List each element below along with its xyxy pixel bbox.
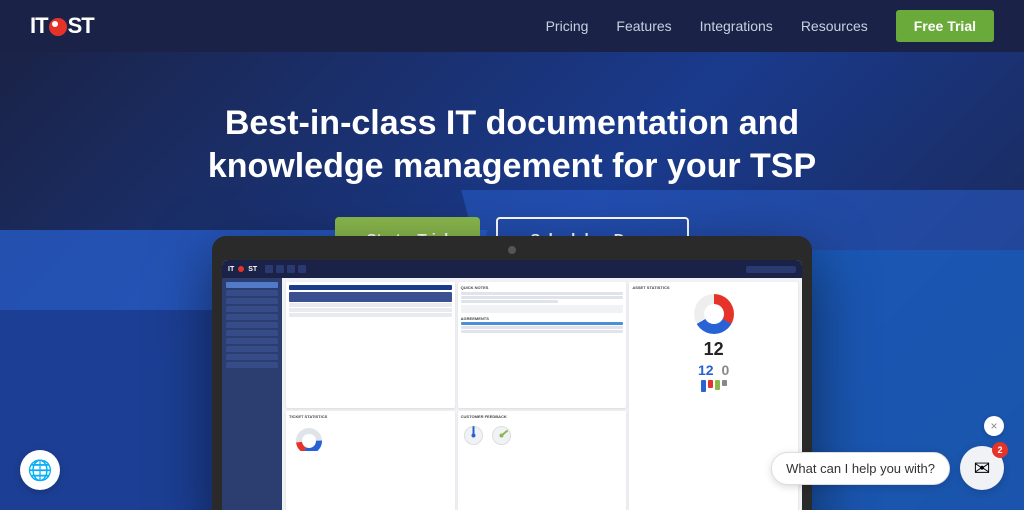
sidebar-item-11 — [226, 362, 278, 368]
sidebar-item-3 — [226, 298, 278, 304]
mini-topbar: IT ST — [222, 260, 802, 278]
mini-card-quick-notes: QUICK NOTES AGREEMENTS — [458, 282, 627, 408]
sidebar-item-7 — [226, 330, 278, 336]
navbar: ITST Pricing Features Integrations Resou… — [0, 0, 1024, 52]
mini-stat-number: 12 — [704, 340, 724, 358]
laptop-mockup: IT ST — [212, 236, 812, 510]
mini-stat-blue: 12 — [698, 362, 714, 378]
sidebar-item-5 — [226, 314, 278, 320]
mini-card-ticket-stats: TICKET STATISTICS — [286, 411, 455, 510]
mini-feedback-title: CUSTOMER FEEDBACK — [461, 414, 624, 419]
mini-main-content: QUICK NOTES AGREEMENTS — [282, 278, 802, 510]
mini-card-line-3 — [289, 313, 452, 317]
mini-icon-1 — [265, 265, 273, 273]
mini-ticket-stats-title: TICKET STATISTICS — [289, 414, 452, 419]
hero-section: Best-in-class IT documentation and knowl… — [0, 52, 1024, 510]
chat-notification-badge: 2 — [992, 442, 1008, 458]
mini-ticket-chart — [289, 421, 329, 451]
sidebar-item-6 — [226, 322, 278, 328]
mini-ticket-donut-wrap — [289, 421, 329, 451]
mini-bar-1 — [701, 380, 706, 392]
laptop-screen: IT ST — [222, 260, 802, 510]
globe-icon[interactable]: 🌐 — [20, 450, 60, 490]
sidebar-item-4 — [226, 306, 278, 312]
mini-note-block — [461, 305, 624, 313]
sidebar-item-1 — [226, 282, 278, 288]
mini-quick-notes-title: QUICK NOTES — [461, 285, 624, 290]
nav-features[interactable]: Features — [616, 18, 671, 34]
mini-feedback-gauges — [461, 423, 624, 448]
mini-icon-4 — [298, 265, 306, 273]
sidebar-item-2 — [226, 290, 278, 296]
mini-stat-bars — [701, 380, 727, 392]
chat-envelope-icon: ✉ — [974, 456, 991, 481]
mini-note-line-1 — [461, 292, 624, 295]
chat-message: What can I help you with? — [771, 452, 950, 485]
mini-card-customer-feedback: CUSTOMER FEEDBACK — [458, 411, 627, 510]
mini-agree-line-2 — [461, 326, 624, 329]
mini-bar-3 — [715, 380, 720, 390]
mini-card-header-blue — [289, 292, 452, 302]
nav-integrations[interactable]: Integrations — [700, 18, 773, 34]
chat-close-button[interactable]: × — [984, 416, 1004, 436]
mini-agree-line-3 — [461, 330, 624, 333]
mini-gauge-2 — [489, 423, 514, 448]
mini-card-contact — [286, 282, 455, 408]
mini-search-bar — [746, 266, 796, 273]
mini-card-line-2 — [289, 308, 452, 312]
sidebar-item-10 — [226, 354, 278, 360]
mini-card-line-1 — [289, 303, 452, 307]
mini-stat-numbers-row: 12 0 — [698, 362, 729, 378]
mini-logo-2: ST — [248, 266, 257, 273]
mini-stat-grey: 0 — [722, 362, 730, 378]
mini-body: QUICK NOTES AGREEMENTS — [222, 278, 802, 510]
mini-agree-line-1 — [461, 322, 624, 325]
nav-pricing[interactable]: Pricing — [546, 18, 589, 34]
mini-donut-chart — [694, 294, 734, 334]
chat-icon[interactable]: ✉ 2 — [960, 446, 1004, 490]
mini-logo-circle — [238, 266, 244, 272]
free-trial-button[interactable]: Free Trial — [896, 10, 994, 42]
nav-links: Pricing Features Integrations Resources … — [546, 10, 994, 42]
mini-note-line-2 — [461, 296, 624, 299]
mini-icon-2 — [276, 265, 284, 273]
mini-logo: IT — [228, 266, 234, 273]
mini-icon-3 — [287, 265, 295, 273]
mini-note-line-3 — [461, 300, 559, 303]
mini-sidebar — [222, 278, 282, 510]
mini-bar-4 — [722, 380, 727, 386]
laptop-outer: IT ST — [212, 236, 812, 510]
logo[interactable]: ITST — [30, 13, 94, 39]
hero-title: Best-in-class IT documentation and knowl… — [162, 102, 862, 187]
nav-resources[interactable]: Resources — [801, 18, 868, 34]
mini-topbar-icons — [265, 265, 306, 273]
mini-gauge-1 — [461, 423, 486, 448]
mini-card-title-1 — [289, 285, 452, 290]
laptop-camera — [508, 246, 516, 254]
mini-agreements-title: AGREEMENTS — [461, 316, 624, 321]
chat-widget[interactable]: × What can I help you with? ✉ 2 — [771, 446, 1004, 490]
mini-bar-2 — [708, 380, 713, 388]
sidebar-item-8 — [226, 338, 278, 344]
hero-content: Best-in-class IT documentation and knowl… — [0, 52, 1024, 262]
mini-asset-stats-title: ASSET STATISTICS — [632, 285, 669, 290]
sidebar-item-9 — [226, 346, 278, 352]
globe-symbol: 🌐 — [28, 458, 53, 483]
mini-ui: IT ST — [222, 260, 802, 510]
